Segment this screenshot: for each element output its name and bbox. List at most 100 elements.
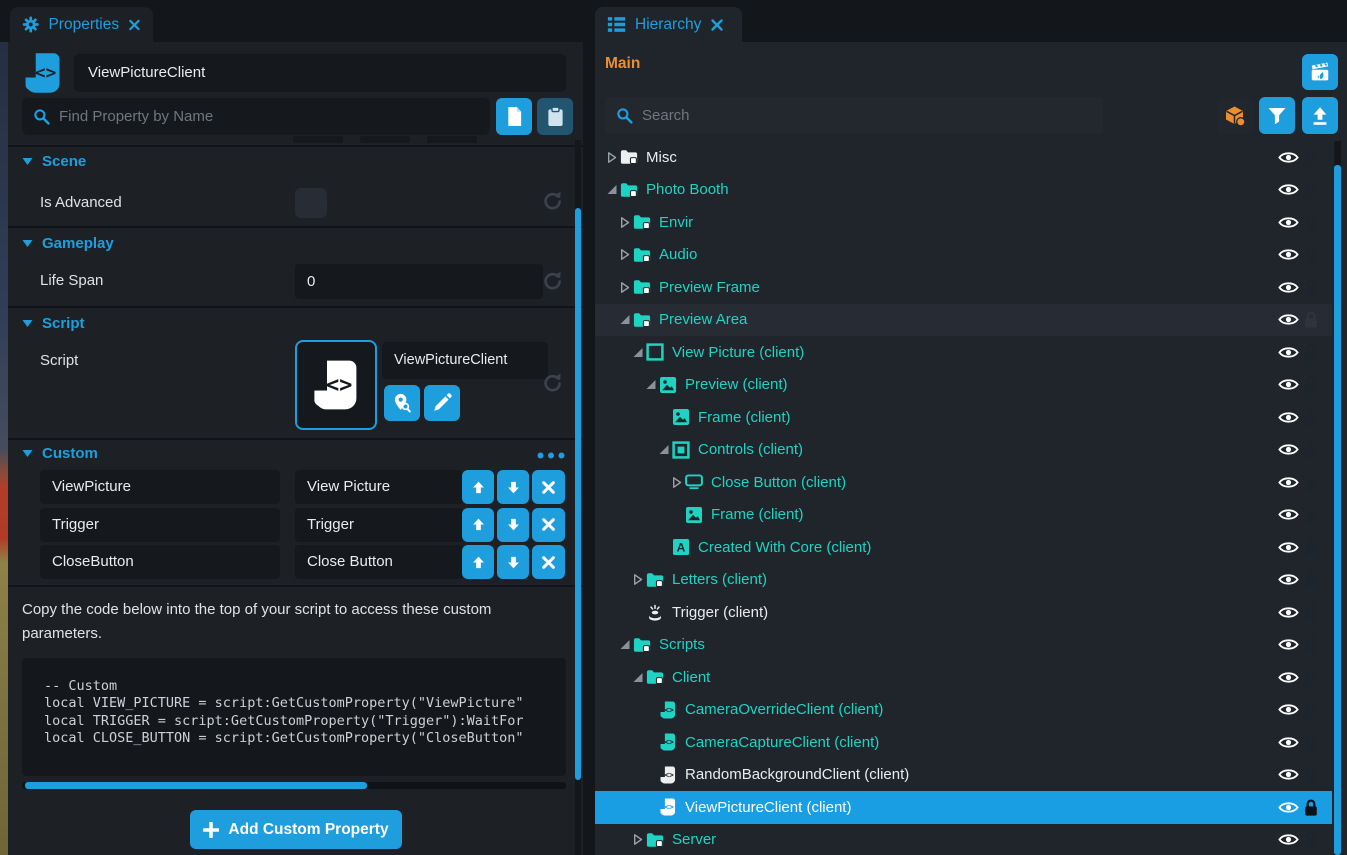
property-search-input[interactable]: Find Property by Name [22,98,490,135]
tree-item[interactable]: Frame (client) [595,401,1332,434]
visibility-eye-icon[interactable] [1278,800,1299,815]
delete-property-button[interactable] [532,545,565,579]
tree-caret-icon[interactable] [618,638,632,651]
lock-icon[interactable] [1304,375,1318,394]
custom-property-name-field[interactable]: Trigger [40,508,280,542]
lock-icon[interactable] [1304,830,1318,849]
tree-caret-icon[interactable] [670,508,684,521]
visibility-eye-icon[interactable] [1278,247,1299,262]
paste-properties-button[interactable] [537,98,573,135]
tree-item[interactable]: <> CameraOverrideClient (client) [595,694,1332,727]
tree-caret-icon[interactable] [631,833,645,846]
tree-caret-icon[interactable] [657,443,671,456]
hierarchy-scrollbar-thumb[interactable] [1334,165,1341,855]
tree-item[interactable]: Audio [595,239,1332,272]
lock-icon[interactable] [1304,148,1318,167]
edit-script-button[interactable] [424,385,460,421]
move-down-button[interactable] [497,508,529,542]
visibility-eye-icon[interactable] [1278,702,1299,717]
lock-icon[interactable] [1304,538,1318,557]
lock-icon[interactable] [1304,213,1318,232]
lock-icon[interactable] [1304,180,1318,199]
tree-item[interactable]: <> ViewPictureClient (client) [595,791,1332,824]
add-custom-property-button[interactable]: Add Custom Property [190,810,402,849]
code-snippet-block[interactable]: -- Custom local VIEW_PICTURE = script:Ge… [22,658,566,776]
lock-icon[interactable] [1304,635,1318,654]
tree-caret-icon[interactable] [631,606,645,619]
visibility-eye-icon[interactable] [1278,572,1299,587]
tab-hierarchy[interactable]: Hierarchy [595,7,742,42]
close-tab-icon[interactable] [128,18,141,32]
tree-caret-icon[interactable] [657,541,671,554]
tree-caret-icon[interactable] [644,703,658,716]
cinematic-capture-button[interactable] [1302,54,1338,90]
tree-item[interactable]: View Picture (client) [595,336,1332,369]
tree-item[interactable]: Misc [595,141,1332,174]
script-asset-slot[interactable]: <> [295,340,377,430]
visibility-eye-icon[interactable] [1278,150,1299,165]
tree-caret-icon[interactable] [644,768,658,781]
section-header-script[interactable]: Script [22,312,85,334]
visibility-eye-icon[interactable] [1278,670,1299,685]
lock-icon[interactable] [1304,408,1318,427]
tree-item[interactable]: Close Button (client) [595,466,1332,499]
is-advanced-checkbox[interactable] [295,188,327,218]
visibility-eye-icon[interactable] [1278,312,1299,327]
tree-caret-icon[interactable] [644,736,658,749]
move-down-button[interactable] [497,545,529,579]
script-asset-name-field[interactable]: ViewPictureClient [382,342,548,379]
move-up-button[interactable] [462,545,494,579]
delete-property-button[interactable] [532,508,565,542]
custom-property-value-field[interactable]: Trigger [295,508,463,542]
reset-property-button[interactable] [541,372,563,394]
visibility-eye-icon[interactable] [1278,735,1299,750]
lock-icon[interactable] [1304,278,1318,297]
more-options-icon[interactable] [536,451,566,460]
visibility-eye-icon[interactable] [1278,507,1299,522]
tab-properties[interactable]: Properties [10,7,153,42]
delete-property-button[interactable] [532,470,565,504]
visibility-eye-icon[interactable] [1278,605,1299,620]
publish-upload-button[interactable] [1302,97,1338,134]
caret-down-icon[interactable] [22,449,33,458]
section-header-custom[interactable]: Custom [22,442,98,464]
tree-item[interactable]: Controls (client) [595,434,1332,467]
tree-caret-icon[interactable] [605,151,619,164]
lock-icon[interactable] [1304,570,1318,589]
visibility-eye-icon[interactable] [1278,377,1299,392]
custom-property-name-field[interactable]: ViewPicture [40,470,280,504]
visibility-eye-icon[interactable] [1278,637,1299,652]
move-down-button[interactable] [497,470,529,504]
tree-item[interactable]: Scripts [595,629,1332,662]
tree-caret-icon[interactable] [670,476,684,489]
tree-item[interactable]: Letters (client) [595,564,1332,597]
lock-icon[interactable] [1304,765,1318,784]
tree-item[interactable]: Frame (client) [595,499,1332,532]
object-name-field[interactable]: ViewPictureClient [74,54,566,92]
visibility-eye-icon[interactable] [1278,182,1299,197]
visibility-eye-icon[interactable] [1278,442,1299,457]
tree-caret-icon[interactable] [605,183,619,196]
show-objects-button[interactable] [1217,97,1253,134]
lock-icon[interactable] [1304,473,1318,492]
lock-icon[interactable] [1304,798,1318,817]
visibility-eye-icon[interactable] [1278,832,1299,847]
tree-item[interactable]: Client [595,661,1332,694]
copy-properties-button[interactable] [496,98,532,135]
tree-caret-icon[interactable] [631,671,645,684]
lock-icon[interactable] [1304,343,1318,362]
move-up-button[interactable] [462,470,494,504]
tree-item[interactable]: <> RandomBackgroundClient (client) [595,759,1332,792]
tree-caret-icon[interactable] [631,346,645,359]
visibility-eye-icon[interactable] [1278,475,1299,490]
lock-icon[interactable] [1304,603,1318,622]
find-in-project-button[interactable] [384,385,420,421]
caret-down-icon[interactable] [22,157,33,166]
lock-icon[interactable] [1304,245,1318,264]
visibility-eye-icon[interactable] [1278,540,1299,555]
code-horizontal-scrollbar-thumb[interactable] [25,782,367,789]
custom-property-value-field[interactable]: Close Button [295,545,463,579]
visibility-eye-icon[interactable] [1278,767,1299,782]
reset-property-button[interactable] [541,270,563,292]
tree-item[interactable]: Server [595,824,1332,855]
